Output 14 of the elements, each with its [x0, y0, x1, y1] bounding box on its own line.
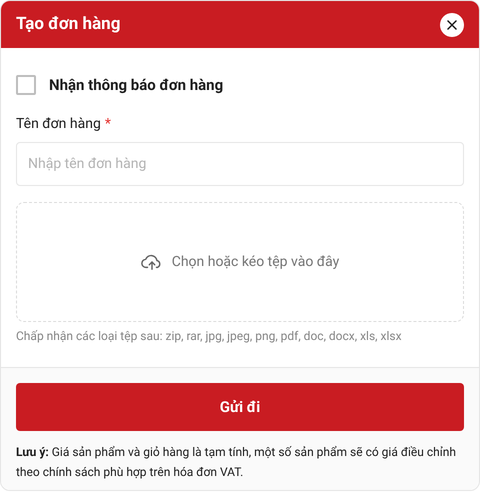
checkbox-label: Nhận thông báo đơn hàng — [49, 74, 224, 96]
field-label: Tên đơn hàng — [16, 114, 101, 134]
dialog-title: Tạo đơn hàng — [16, 12, 120, 36]
checkbox[interactable] — [16, 75, 36, 95]
order-name-field[interactable]: Nhập tên đơn hàng — [16, 142, 464, 186]
required-mark: * — [104, 114, 111, 134]
note-text: Lưu ý: Giá sản phẩm và giỏ hàng là tạm tính, một số sản phẩm sẽ có giá điều chỉnh theo chính sách phù hợp trên hóa đơn VAT. — [16, 444, 457, 481]
dropzone-text: Chọn hoặc kéo tệp vào đây — [172, 252, 340, 272]
close-button[interactable] — [440, 12, 464, 36]
close-icon — [447, 20, 457, 30]
submit-button[interactable]: Gửi đi — [16, 383, 464, 431]
cloud-upload-icon — [140, 253, 163, 271]
file-dropzone[interactable]: Chọn hoặc kéo tệp vào đây — [16, 202, 464, 322]
file-types-hint: Chấp nhận các loại tệp sau: zip, rar, jpg, jpeg, png, pdf, doc, docx, xls, xlsx — [16, 328, 403, 345]
